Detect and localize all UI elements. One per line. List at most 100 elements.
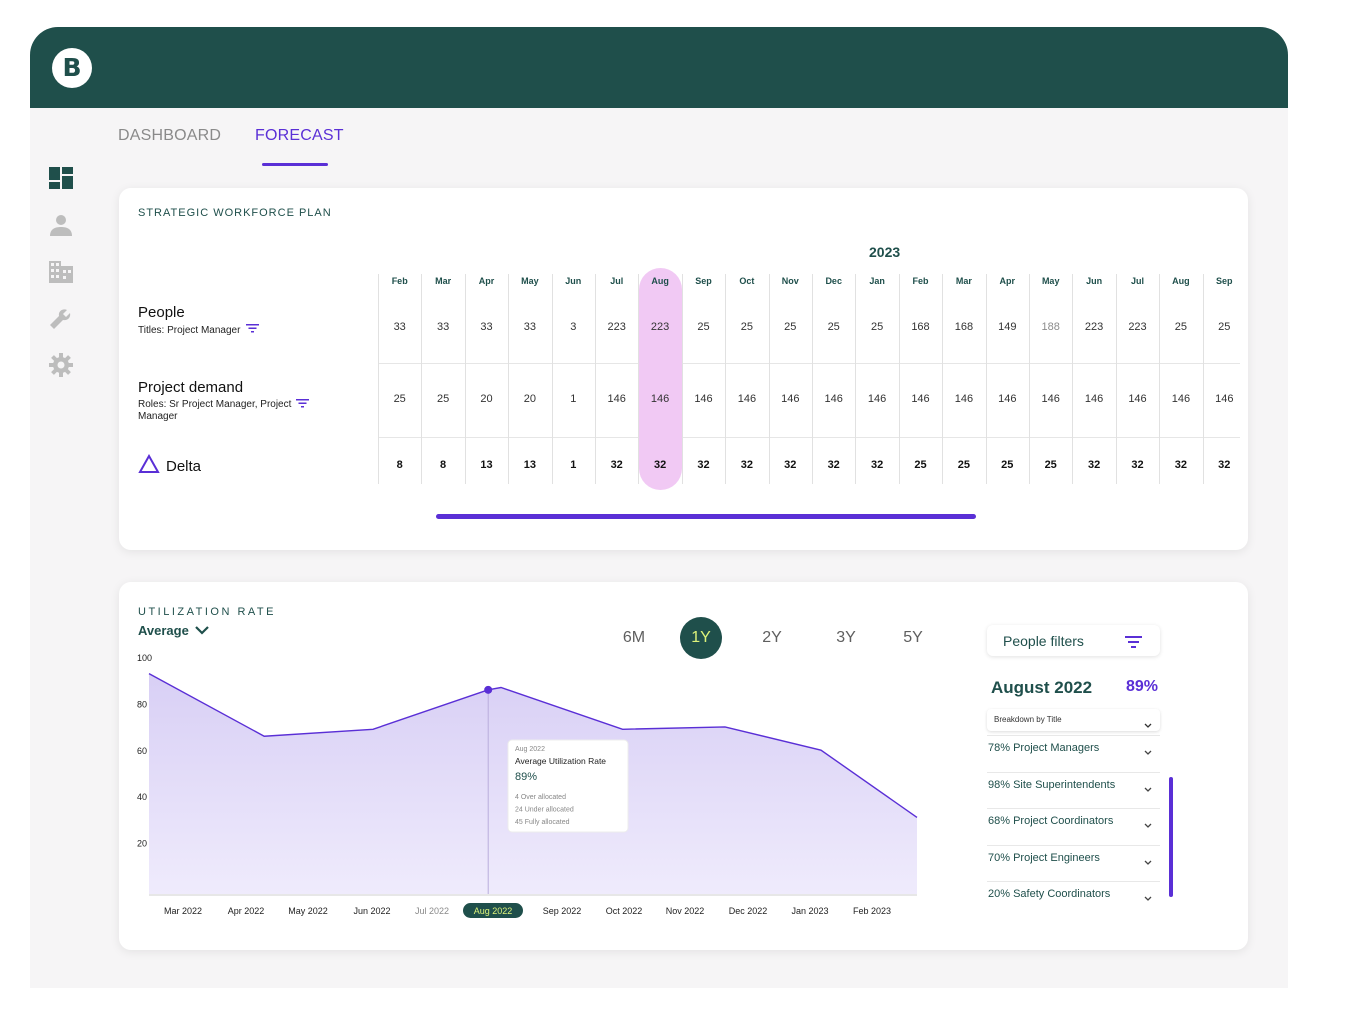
workforce-plan-title: STRATEGIC WORKFORCE PLAN [138, 207, 332, 219]
people-value: 25 [870, 321, 884, 333]
breakdown-item[interactable]: 20% Safety Coordinators [987, 881, 1160, 905]
delta-value: 25 [957, 459, 970, 471]
breakdown-item-label: 78% Project Managers [988, 742, 1100, 754]
column-divider [855, 274, 857, 484]
people-subtitle: Titles: Project Manager [138, 324, 260, 337]
column-divider [595, 274, 596, 484]
y-tick-label: 100 [137, 654, 152, 663]
app-logo[interactable]: B [52, 48, 92, 88]
utilization-card: UTILIZATION RATE Average 6M 1Y 2Y 3Y 5Y … [119, 582, 1248, 950]
breakdown-item-label: 70% Project Engineers [988, 852, 1100, 864]
people-row-label: People Titles: Project Manager [138, 304, 260, 337]
people-filter-text: Titles: Project Manager [138, 325, 241, 337]
tab-forecast[interactable]: FORECAST [255, 127, 344, 145]
chevron-down-icon [1144, 816, 1152, 834]
range-5y[interactable]: 5Y [892, 617, 934, 659]
x-tick-label: Aug 2022 [474, 906, 513, 916]
dashboard-icon[interactable] [48, 165, 74, 191]
horizontal-scrollbar[interactable] [436, 514, 976, 519]
month-column: Aug 25 146 32 [1159, 268, 1202, 488]
y-tick-label: 60 [137, 746, 147, 756]
column-divider [1115, 274, 1117, 484]
column-divider [1159, 274, 1161, 484]
year-label: 2023 [869, 244, 901, 260]
filter-icon[interactable] [296, 399, 309, 412]
column-divider [508, 274, 510, 484]
people-filters-button[interactable]: People filters [987, 625, 1160, 656]
people-value: 25 [784, 321, 797, 333]
delta-value: 13 [523, 459, 536, 471]
month-header: Aug [651, 276, 669, 286]
range-6m[interactable]: 6M [613, 617, 655, 659]
range-1y[interactable]: 1Y [680, 617, 722, 659]
breakdown-item[interactable]: 78% Project Managers [987, 735, 1160, 759]
breakdown-item-label: 98% Site Superintendents [988, 779, 1116, 791]
month-header: Jan [869, 276, 885, 286]
tooltip-detail: 4 Over allocated [515, 794, 566, 801]
demand-value: 146 [911, 393, 930, 405]
people-value: 25 [740, 321, 753, 333]
chevron-down-icon [1144, 853, 1152, 871]
x-tick-label: May 2022 [288, 906, 328, 916]
building-icon[interactable] [48, 259, 74, 285]
month-header: Aug [1172, 276, 1190, 286]
column-divider [638, 274, 640, 484]
person-icon[interactable] [48, 212, 74, 238]
delta-value: 32 [697, 459, 710, 471]
utilization-title: UTILIZATION RATE [138, 606, 276, 618]
tooltip-label: Average Utilization Rate [515, 756, 606, 766]
y-tick-label: 80 [137, 699, 147, 709]
tab-dashboard[interactable]: DASHBOARD [118, 127, 221, 145]
delta-value: 32 [740, 459, 753, 471]
range-3y[interactable]: 3Y [825, 617, 867, 659]
people-value: 3 [570, 321, 577, 333]
demand-subtitle: Roles: Sr Project Manager, Project Manag… [138, 399, 318, 423]
people-value: 223 [607, 321, 626, 333]
month-column: Dec 25 146 32 [812, 268, 855, 488]
month-column: Sep 25 146 32 [1202, 268, 1246, 488]
aggregate-label: Average [138, 623, 189, 638]
breakdown-item[interactable]: 70% Project Engineers [987, 845, 1160, 869]
month-header: Dec [825, 276, 842, 286]
demand-row-label: Project demand Roles: Sr Project Manager… [138, 379, 318, 423]
gear-icon[interactable] [48, 352, 74, 378]
month-header: Nov [781, 276, 799, 286]
vertical-scrollbar[interactable] [1169, 777, 1173, 897]
column-divider [421, 274, 423, 484]
tooltip-date: Aug 2022 [515, 746, 545, 753]
breakdown-item[interactable]: 98% Site Superintendents [987, 772, 1160, 796]
people-title: People [138, 304, 185, 321]
column-divider [985, 274, 987, 484]
range-2y[interactable]: 2Y [751, 617, 793, 659]
people-value: 33 [436, 321, 450, 333]
breakdown-dropdown[interactable]: Breakdown by Title [987, 709, 1160, 731]
month-column: Apr 33 20 13 [464, 268, 508, 488]
delta-value: 32 [784, 459, 797, 471]
selected-month: August 2022 [991, 678, 1093, 697]
demand-value: 146 [694, 393, 713, 405]
demand-value: 25 [393, 393, 406, 405]
delta-value: 1 [570, 459, 577, 471]
column-divider [1072, 274, 1074, 484]
chevron-down-icon [1144, 889, 1152, 907]
x-tick-label: Jul 2022 [415, 906, 449, 916]
demand-value: 146 [1171, 393, 1191, 405]
people-value: 33 [393, 321, 406, 333]
wrench-icon[interactable] [48, 306, 74, 332]
breakdown-item[interactable]: 68% Project Coordinators [987, 808, 1160, 832]
delta-value: 32 [1087, 459, 1101, 471]
delta-value: 13 [480, 459, 493, 471]
chevron-down-icon [1144, 780, 1152, 798]
column-divider [681, 274, 683, 484]
filter-icon[interactable] [246, 324, 260, 337]
aggregate-dropdown[interactable]: Average [138, 623, 209, 638]
column-divider [1202, 274, 1204, 484]
month-header: Jun [565, 276, 582, 286]
breakdown-label: Breakdown by Title [994, 715, 1062, 724]
forecast-grid: Feb 33 25 8 Mar 33 25 8 Apr 33 20 13 May 33 20 13 Jun 3 1 1… [378, 268, 1240, 490]
month-header: Jul [610, 276, 624, 286]
active-tab-indicator [262, 163, 328, 166]
delta-value: 25 [1001, 459, 1014, 471]
people-value: 33 [480, 321, 493, 333]
month-column: Jun 3 1 1 [551, 268, 595, 488]
